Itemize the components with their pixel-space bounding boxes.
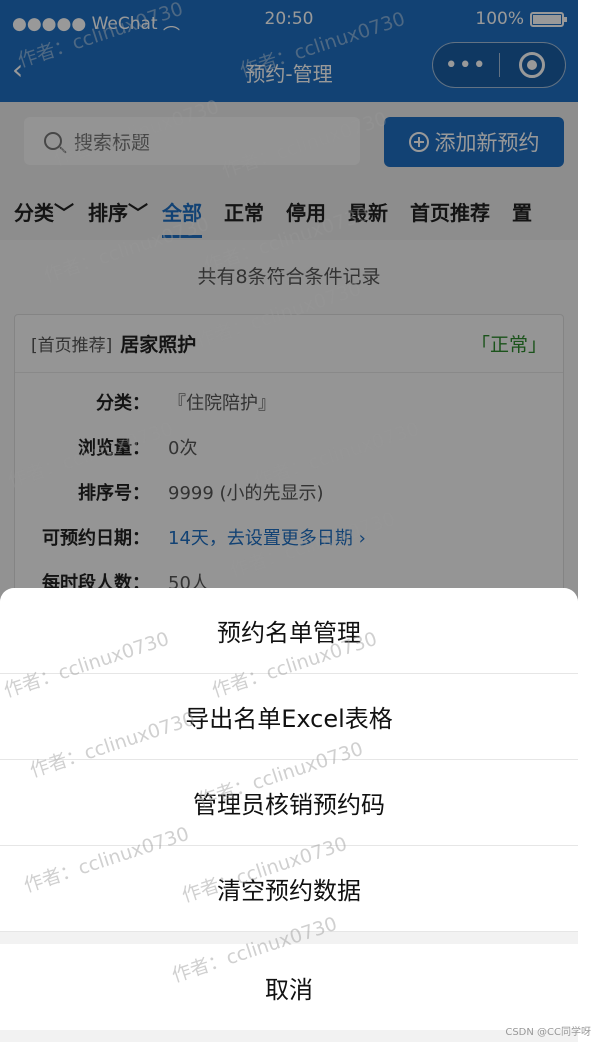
source-credit: CSDN @CC同学呀 xyxy=(505,1027,591,1038)
sheet-divider xyxy=(0,932,578,944)
clear-data-button[interactable]: 清空预约数据 xyxy=(0,846,578,932)
phone-screen: ●●●●● WeChat ︵ 20:50 100% ‹ 预约-管理 ••• 搜索… xyxy=(0,0,578,1042)
export-excel-button[interactable]: 导出名单Excel表格 xyxy=(0,674,578,760)
action-sheet: 预约名单管理 导出名单Excel表格 管理员核销预约码 清空预约数据 取消 xyxy=(0,588,578,1042)
booking-list-manage-button[interactable]: 预约名单管理 xyxy=(0,588,578,674)
verify-code-button[interactable]: 管理员核销预约码 xyxy=(0,760,578,846)
cancel-button[interactable]: 取消 xyxy=(0,944,578,1030)
